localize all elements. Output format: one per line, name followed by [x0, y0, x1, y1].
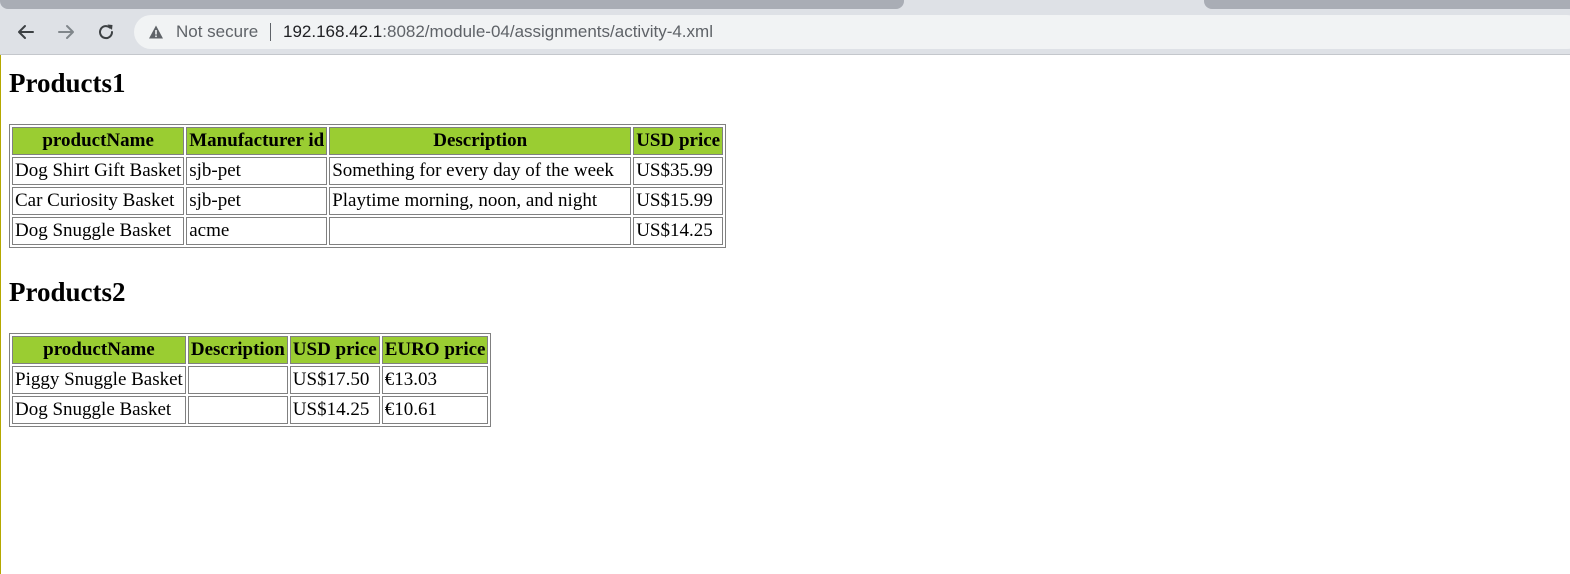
column-header: Description — [329, 127, 632, 155]
browser-toolbar: Not secure 192.168.42.1:8082/module-04/a… — [0, 10, 1570, 55]
security-indicator[interactable]: Not secure — [148, 15, 258, 49]
page-content: Products1 productName Manufacturer id De… — [9, 55, 727, 427]
column-header: Description — [187, 336, 288, 364]
security-label: Not secure — [176, 22, 259, 41]
forward-button[interactable] — [52, 18, 80, 46]
column-header: EURO price — [381, 336, 489, 364]
products2-heading: Products2 — [9, 277, 126, 307]
usd-price-cell: US$14.25 — [633, 217, 724, 245]
description-cell: Something for every day of the week — [329, 157, 632, 185]
column-header: Manufacturer id — [186, 127, 328, 155]
product-name-cell: Dog Snuggle Basket — [12, 396, 186, 424]
column-header: productName — [12, 336, 186, 364]
back-button[interactable] — [12, 18, 40, 46]
product-name-cell: Dog Snuggle Basket — [12, 217, 185, 245]
reload-icon — [99, 24, 114, 40]
products1-table: productName Manufacturer id Description … — [9, 124, 727, 248]
reload-button[interactable] — [92, 18, 120, 46]
url-text[interactable]: 192.168.42.1:8082/module-04/assignments/… — [283, 15, 713, 49]
tab[interactable] — [0, 0, 904, 9]
address-separator — [270, 23, 271, 41]
table-row: Dog Snuggle Basket US$14.25 €10.61 — [12, 396, 489, 424]
manufacturer-cell: acme — [186, 217, 328, 245]
euro-price-cell: €10.61 — [381, 396, 489, 424]
product-name-cell: Car Curiosity Basket — [12, 187, 185, 215]
manufacturer-cell: sjb-pet — [186, 157, 328, 185]
description-cell — [187, 396, 288, 424]
address-bar[interactable]: Not secure 192.168.42.1:8082/module-04/a… — [134, 15, 1570, 49]
viewport-edge — [0, 55, 1, 574]
url-path: :8082/module-04/assignments/activity-4.x… — [382, 22, 713, 41]
warning-triangle-icon — [149, 25, 163, 39]
usd-price-cell: US$14.25 — [289, 396, 380, 424]
product-name-cell: Dog Shirt Gift Basket — [12, 157, 185, 185]
table-header-row: productName Description USD price EURO p… — [12, 336, 489, 364]
table-row: Piggy Snuggle Basket US$17.50 €13.03 — [12, 366, 489, 394]
products2-table: productName Description USD price EURO p… — [9, 333, 492, 427]
arrow-left-icon — [18, 25, 34, 39]
euro-price-cell: €13.03 — [381, 366, 489, 394]
usd-price-cell: US$17.50 — [289, 366, 380, 394]
tab-strip — [0, 0, 1570, 10]
tab[interactable] — [1204, 0, 1570, 9]
url-host: 192.168.42.1 — [283, 22, 383, 41]
table-row: Dog Shirt Gift Basket sjb-pet Something … — [12, 157, 724, 185]
column-header: productName — [12, 127, 185, 155]
description-cell — [329, 217, 632, 245]
products1-heading: Products1 — [9, 68, 126, 98]
description-cell: Playtime morning, noon, and night — [329, 187, 632, 215]
table-row: Car Curiosity Basket sjb-pet Playtime mo… — [12, 187, 724, 215]
usd-price-cell: US$15.99 — [633, 187, 724, 215]
column-header: USD price — [289, 336, 380, 364]
table-header-row: productName Manufacturer id Description … — [12, 127, 724, 155]
column-header: USD price — [633, 127, 724, 155]
table-row: Dog Snuggle Basket acme US$14.25 — [12, 217, 724, 245]
description-cell — [187, 366, 288, 394]
arrow-right-icon — [58, 25, 74, 39]
manufacturer-cell: sjb-pet — [186, 187, 328, 215]
usd-price-cell: US$35.99 — [633, 157, 724, 185]
product-name-cell: Piggy Snuggle Basket — [12, 366, 186, 394]
